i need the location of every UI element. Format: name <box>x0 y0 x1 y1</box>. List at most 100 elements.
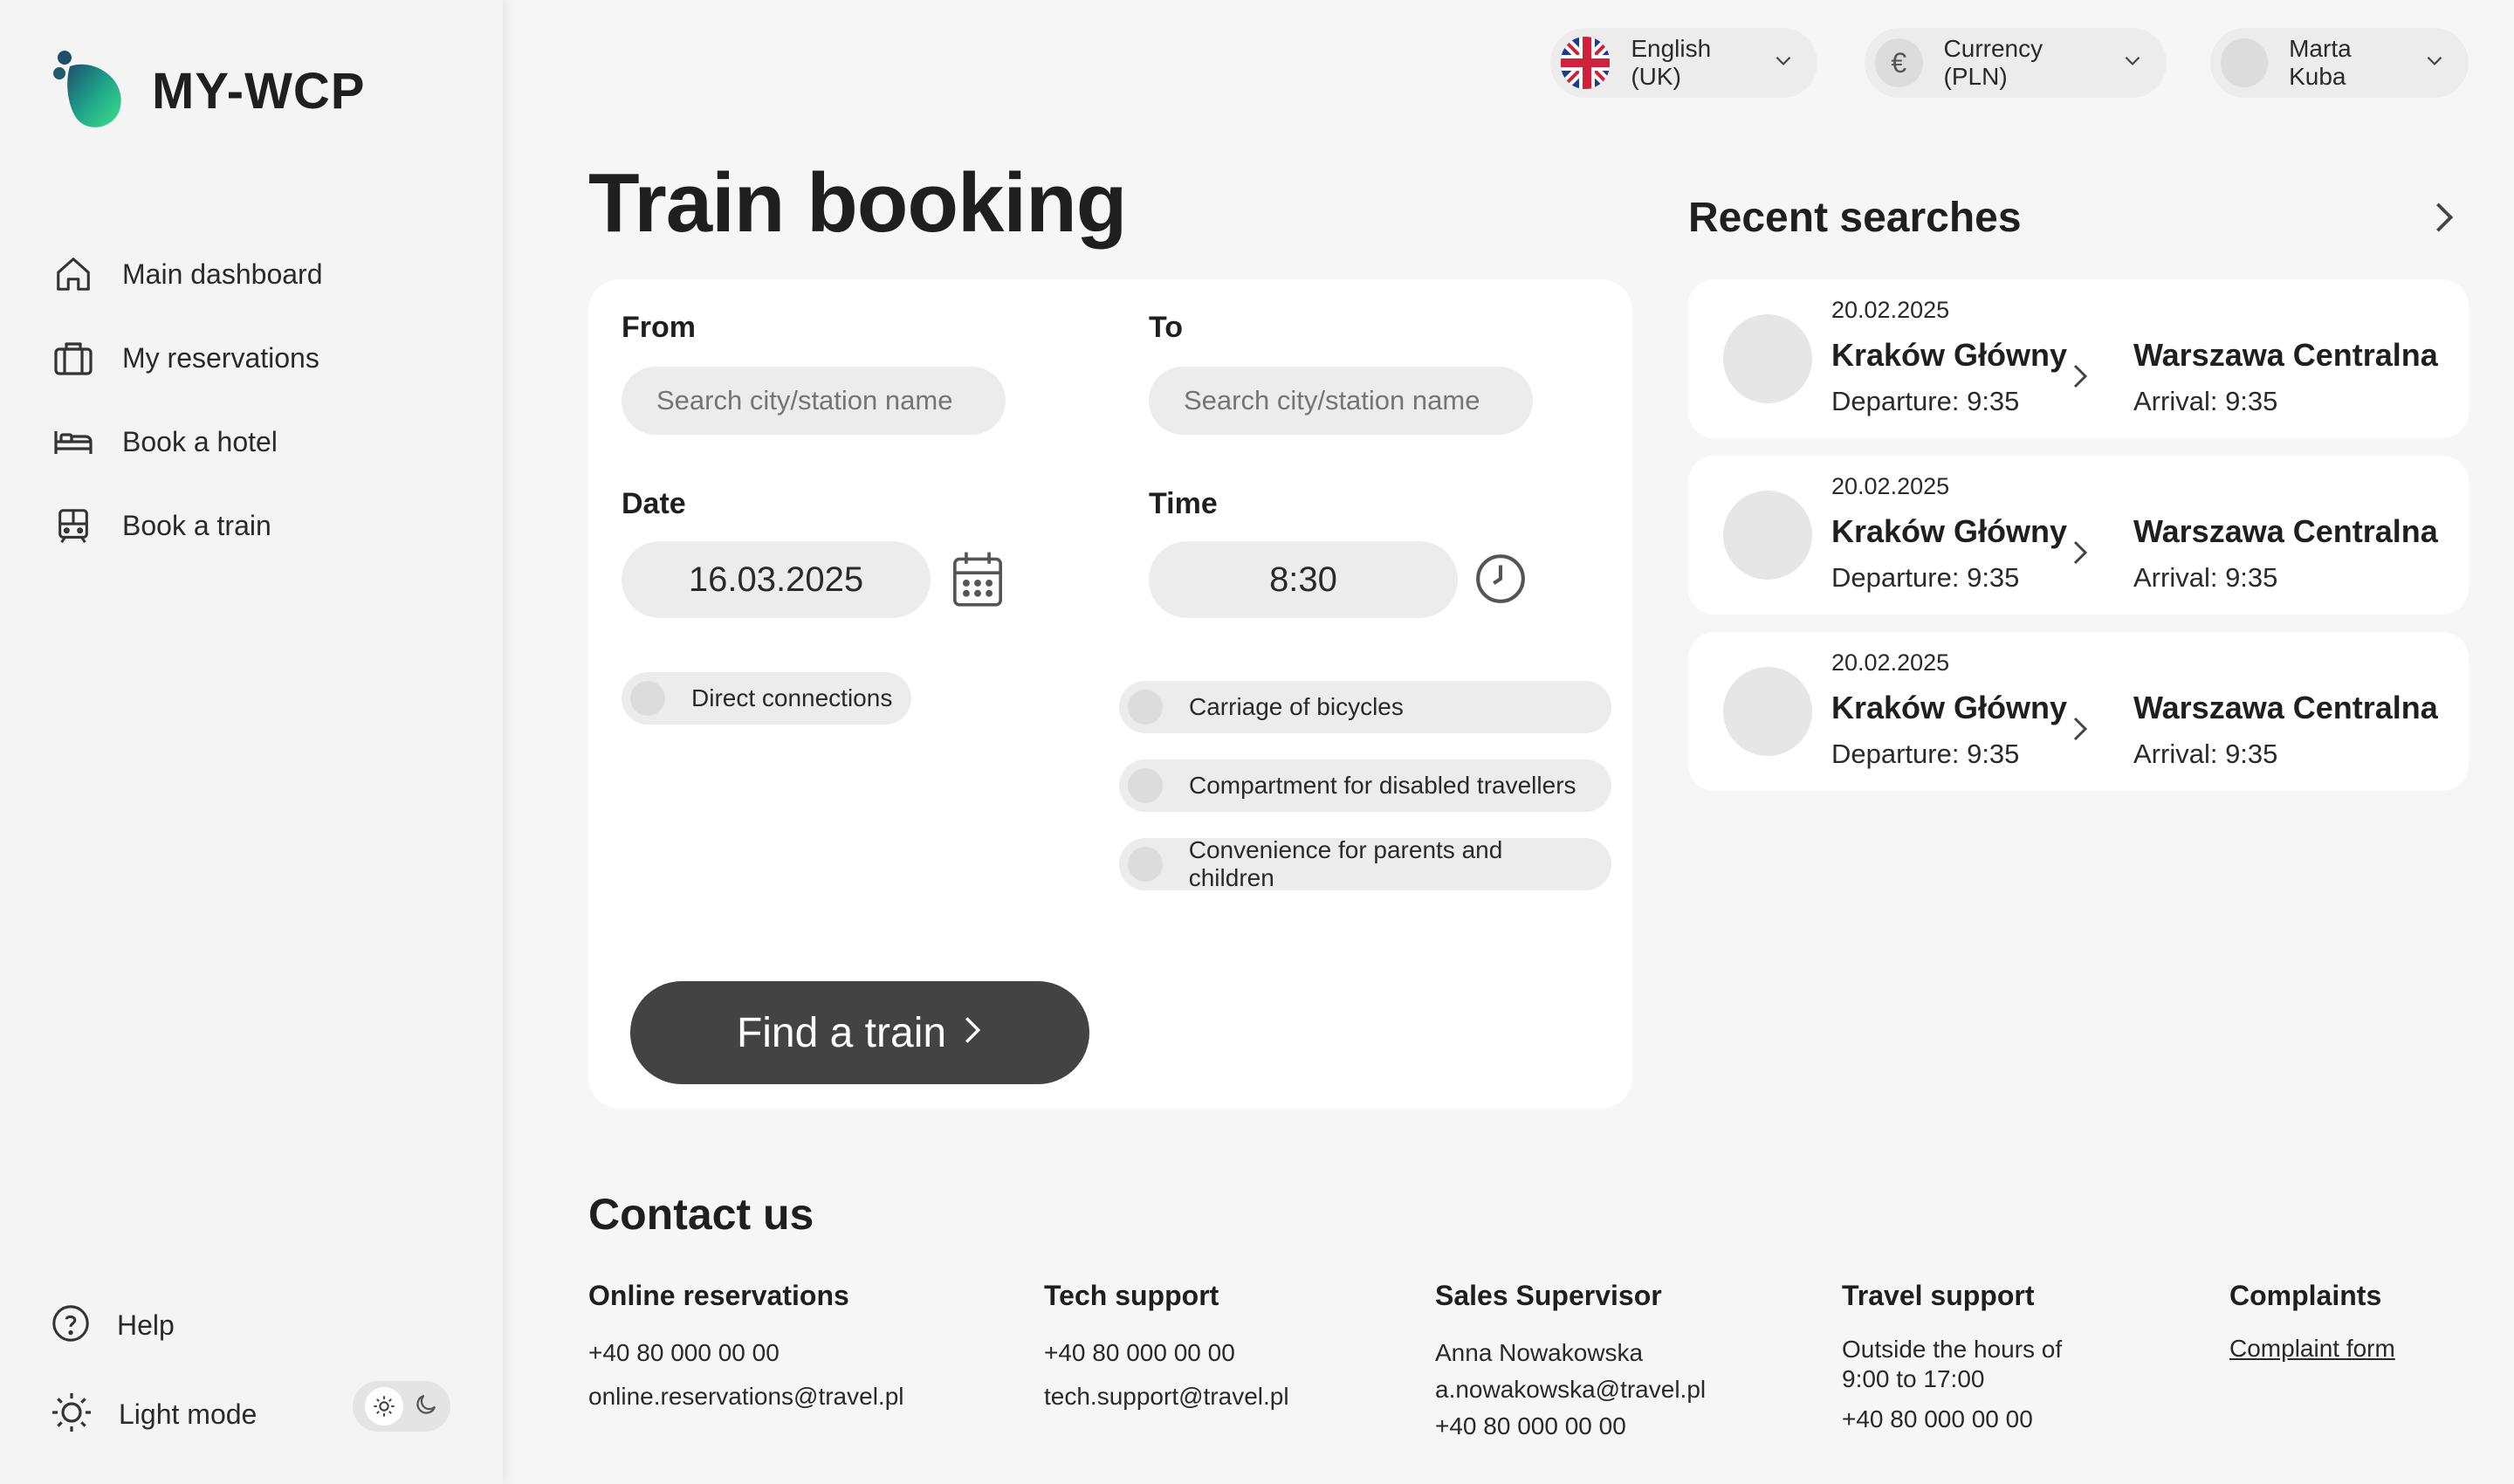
sidebar-item-main-dashboard[interactable]: Main dashboard <box>51 232 322 316</box>
logo-text: MY-WCP <box>152 62 366 120</box>
calendar-icon[interactable] <box>950 550 1006 614</box>
contact-email[interactable]: a.nowakowska@travel.pl <box>1435 1371 1706 1408</box>
chevron-down-icon <box>2423 49 2446 78</box>
recent-to: Warszawa Centralna <box>2133 513 2438 549</box>
contact-email[interactable]: tech.support@travel.pl <box>1044 1378 1289 1415</box>
contact-heading: Complaints <box>2229 1280 2382 1311</box>
contact-hours-line: Outside the hours of <box>1842 1336 2063 1363</box>
option-toggle[interactable] <box>630 681 665 716</box>
contact-title: Contact us <box>588 1190 814 1239</box>
contact-heading: Tech support <box>1044 1280 1219 1311</box>
uk-flag-icon <box>1561 37 1611 89</box>
find-train-button[interactable]: Find a train <box>630 981 1089 1084</box>
recent-from: Kraków Główny <box>1831 337 2068 373</box>
light-mode-icon[interactable] <box>364 1387 403 1426</box>
sidebar-item-label: Book a train <box>122 509 271 541</box>
recent-arrival: Arrival: 9:35 <box>2133 386 2278 416</box>
contact-heading: Sales Supervisor <box>1435 1280 1662 1311</box>
contact-hours-line: 9:00 to 17:00 <box>1842 1365 1985 1392</box>
sun-icon <box>51 1391 93 1438</box>
chevron-down-icon <box>2121 49 2144 78</box>
chevron-right-icon <box>962 1011 983 1055</box>
recent-arrival: Arrival: 9:35 <box>2133 562 2278 593</box>
option-disabled-compartment[interactable]: Compartment for disabled travellers <box>1119 759 1611 812</box>
contact-phone[interactable]: +40 80 000 00 00 <box>1044 1335 1289 1371</box>
option-carriage-of-bicycles[interactable]: Carriage of bicycles <box>1119 681 1611 733</box>
recent-arrival: Arrival: 9:35 <box>2133 739 2278 769</box>
chevron-down-icon <box>1772 49 1795 78</box>
recent-date: 20.02.2025 <box>1831 649 1950 676</box>
recent-search-item[interactable]: 20.02.2025 Kraków Główny Departure: 9:35… <box>1688 279 2469 438</box>
time-field[interactable]: 8:30 <box>1149 541 1458 618</box>
contact-complaints: Complaints Complaint form <box>2229 1280 2395 1363</box>
option-direct-connections[interactable]: Direct connections <box>622 672 912 725</box>
recent-search-item[interactable]: 20.02.2025 Kraków Główny Departure: 9:35… <box>1688 456 2469 615</box>
option-toggle[interactable] <box>1128 847 1163 882</box>
option-toggle[interactable] <box>1128 690 1163 725</box>
recent-avatar <box>1723 491 1812 580</box>
from-input[interactable] <box>622 367 1006 435</box>
recent-from: Kraków Główny <box>1831 513 2068 549</box>
sidebar: MY-WCP Main dashboard My reservations Bo… <box>0 0 503 1484</box>
recent-avatar <box>1723 667 1812 756</box>
recent-departure: Departure: 9:35 <box>1831 739 2020 769</box>
date-field[interactable]: 16.03.2025 <box>622 541 931 618</box>
chevron-right-icon[interactable] <box>2432 201 2456 238</box>
option-parents-children[interactable]: Convenience for parents and children <box>1119 836 1611 891</box>
bed-icon <box>51 419 96 464</box>
complaint-form-link[interactable]: Complaint form <box>2229 1335 2395 1362</box>
option-toggle[interactable] <box>1128 768 1163 803</box>
chevron-right-icon <box>2072 363 2088 394</box>
sidebar-item-book-train[interactable]: Book a train <box>51 484 322 567</box>
option-label: Carriage of bicycles <box>1189 693 1404 720</box>
language-selector[interactable]: English (UK) <box>1550 28 1817 98</box>
option-label: Compartment for disabled travellers <box>1189 772 1576 799</box>
logo[interactable]: MY-WCP <box>51 49 365 133</box>
contact-phone[interactable]: +40 80 000 00 00 <box>1435 1408 1706 1445</box>
contact-tech-support: Tech support +40 80 000 00 00 tech.suppo… <box>1044 1280 1289 1415</box>
contact-heading: Online reservations <box>588 1280 849 1311</box>
clock-icon[interactable] <box>1473 552 1528 610</box>
page-title: Train booking <box>588 156 1127 250</box>
sidebar-item-label: Book a hotel <box>122 425 278 457</box>
theme-toggle[interactable] <box>353 1381 450 1432</box>
to-input[interactable] <box>1149 367 1533 435</box>
home-icon <box>51 251 96 297</box>
dark-mode-icon[interactable] <box>413 1391 439 1422</box>
recent-from: Kraków Główny <box>1831 690 2068 725</box>
sidebar-nav: Main dashboard My reservations Book a ho… <box>51 232 322 567</box>
currency-selector[interactable]: € Currency (PLN) <box>1865 28 2167 98</box>
recent-date: 20.02.2025 <box>1831 473 1950 499</box>
recent-search-item[interactable]: 20.02.2025 Kraków Główny Departure: 9:35… <box>1688 632 2469 791</box>
recent-departure: Departure: 9:35 <box>1831 562 2020 593</box>
contact-phone[interactable]: +40 80 000 00 00 <box>1842 1401 2062 1438</box>
option-label: Convenience for parents and children <box>1188 836 1503 891</box>
recent-to: Warszawa Centralna <box>2133 690 2438 725</box>
sidebar-bottom: Help Light mode <box>51 1283 257 1456</box>
recent-departure: Departure: 9:35 <box>1831 386 2020 416</box>
recent-to: Warszawa Centralna <box>2133 337 2438 373</box>
sidebar-item-my-reservations[interactable]: My reservations <box>51 316 322 400</box>
find-train-label: Find a train <box>736 1009 947 1056</box>
date-label: Date <box>622 487 686 520</box>
help-link[interactable]: Help <box>51 1283 257 1367</box>
contact-travel-support: Travel support Outside the hours of 9:00… <box>1842 1280 2062 1438</box>
avatar <box>2221 38 2269 87</box>
recent-searches-title: Recent searches <box>1688 195 2022 241</box>
chevron-right-icon <box>2072 539 2088 570</box>
mode-label: Light mode <box>119 1398 258 1430</box>
sidebar-item-label: Main dashboard <box>122 258 323 290</box>
currency-label: Currency (PLN) <box>1943 35 2043 90</box>
language-label: English (UK) <box>1631 35 1712 90</box>
sidebar-item-book-hotel[interactable]: Book a hotel <box>51 400 322 484</box>
contact-email[interactable]: online.reservations@travel.pl <box>588 1378 903 1415</box>
help-label: Help <box>117 1309 175 1341</box>
from-label: From <box>622 311 696 344</box>
mode-row: Light mode <box>51 1372 257 1456</box>
briefcase-icon <box>51 335 96 381</box>
user-menu[interactable]: Marta Kuba <box>2210 28 2469 98</box>
contact-phone[interactable]: +40 80 000 00 00 <box>588 1335 903 1371</box>
train-icon <box>51 503 96 548</box>
user-name: Marta Kuba <box>2289 35 2352 90</box>
time-label: Time <box>1149 487 1218 520</box>
